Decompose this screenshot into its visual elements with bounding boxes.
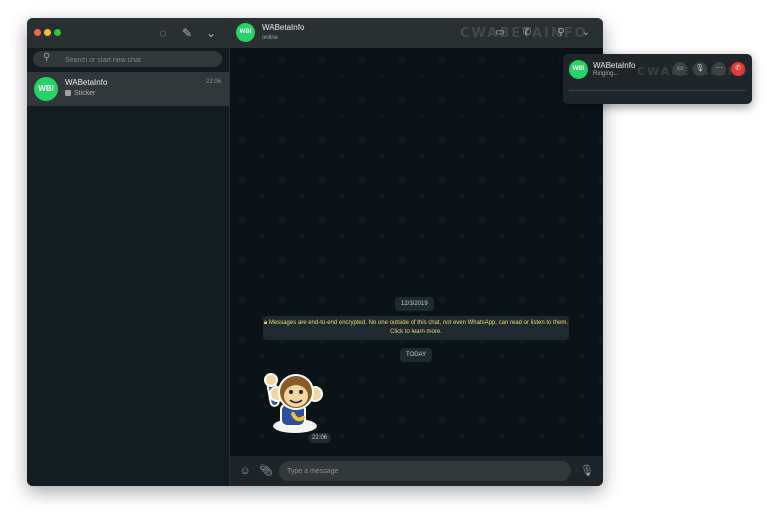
voice-call-icon[interactable]: ✆ (521, 27, 533, 39)
chat-preview: Sticker (65, 90, 95, 97)
encryption-text: Messages are end-to-end encrypted. No on… (268, 320, 569, 335)
contact-status: online (262, 35, 279, 41)
chevron-down-icon[interactable]: ⌄ (204, 26, 218, 40)
contact-name: WABetaInfo (262, 23, 305, 32)
end-call-button[interactable]: ✆ (731, 62, 745, 76)
mute-button[interactable]: 🎙︎ (693, 62, 707, 76)
chat-name: WABetaInfo (65, 78, 108, 87)
microphone-icon[interactable]: 🎙︎ (580, 464, 594, 478)
attach-icon[interactable]: 📎︎ (259, 464, 273, 478)
conversation-pane: WBI WABetaInfo online CWABETAINFO ▭ ✆ ⚲ … (230, 18, 603, 486)
search-icon: ⚲ (43, 52, 51, 63)
message-input[interactable] (279, 461, 571, 481)
call-status: Ringing... (593, 71, 619, 77)
video-call-icon[interactable]: ▭ (494, 27, 506, 39)
composer-bar: ☺ 📎︎ 🎙︎ (230, 456, 603, 486)
date-separator: 12/3/2019 (395, 297, 434, 311)
sticker-timestamp: 22:06 (308, 433, 332, 443)
call-popup: WBI WABetaInfo Ringing... CWABETAINFO ▭ … (563, 54, 752, 104)
emoji-icon[interactable]: ☺ (238, 464, 252, 478)
call-avatar: WBI (569, 60, 588, 79)
sticker-icon (65, 90, 71, 96)
monkey-sticker[interactable] (263, 370, 327, 434)
call-divider (569, 90, 746, 91)
more-options-button[interactable]: ⋯ (712, 62, 726, 76)
sidebar-header: ◌ ✎ ⌄ (27, 18, 229, 48)
app-window: ◌ ✎ ⌄ ⚲ WBI WABetaInfo 22:06 Sticker WBI… (27, 18, 603, 486)
contact-avatar[interactable]: WBI (236, 23, 255, 42)
chat-time: 22:06 (205, 79, 221, 85)
avatar: WBI (34, 77, 58, 101)
chat-preview-text: Sticker (74, 90, 96, 97)
chevron-down-icon[interactable]: ⌄ (580, 27, 592, 39)
conversation-header[interactable]: WBI WABetaInfo online CWABETAINFO ▭ ✆ ⚲ … (230, 18, 603, 48)
close-window-button[interactable] (34, 29, 41, 36)
call-contact-name: WABetaInfo (593, 61, 636, 70)
search-box[interactable]: ⚲ (33, 51, 222, 69)
encryption-notice[interactable]: 🔒︎ Messages are end-to-end encrypted. No… (263, 316, 569, 340)
video-toggle-button[interactable]: ▭ (673, 62, 687, 76)
lock-icon: 🔒︎ (263, 320, 268, 326)
new-chat-icon[interactable]: ✎ (180, 26, 194, 40)
status-icon[interactable]: ◌ (156, 26, 170, 40)
minimize-window-button[interactable] (44, 29, 51, 36)
sidebar: ◌ ✎ ⌄ ⚲ WBI WABetaInfo 22:06 Sticker (27, 18, 230, 486)
search-icon[interactable]: ⚲ (555, 27, 567, 39)
chat-list-item[interactable]: WBI WABetaInfo 22:06 Sticker (27, 72, 229, 106)
zoom-window-button[interactable] (54, 29, 61, 36)
today-separator: TODAY (400, 348, 433, 362)
search-input[interactable] (63, 51, 217, 69)
